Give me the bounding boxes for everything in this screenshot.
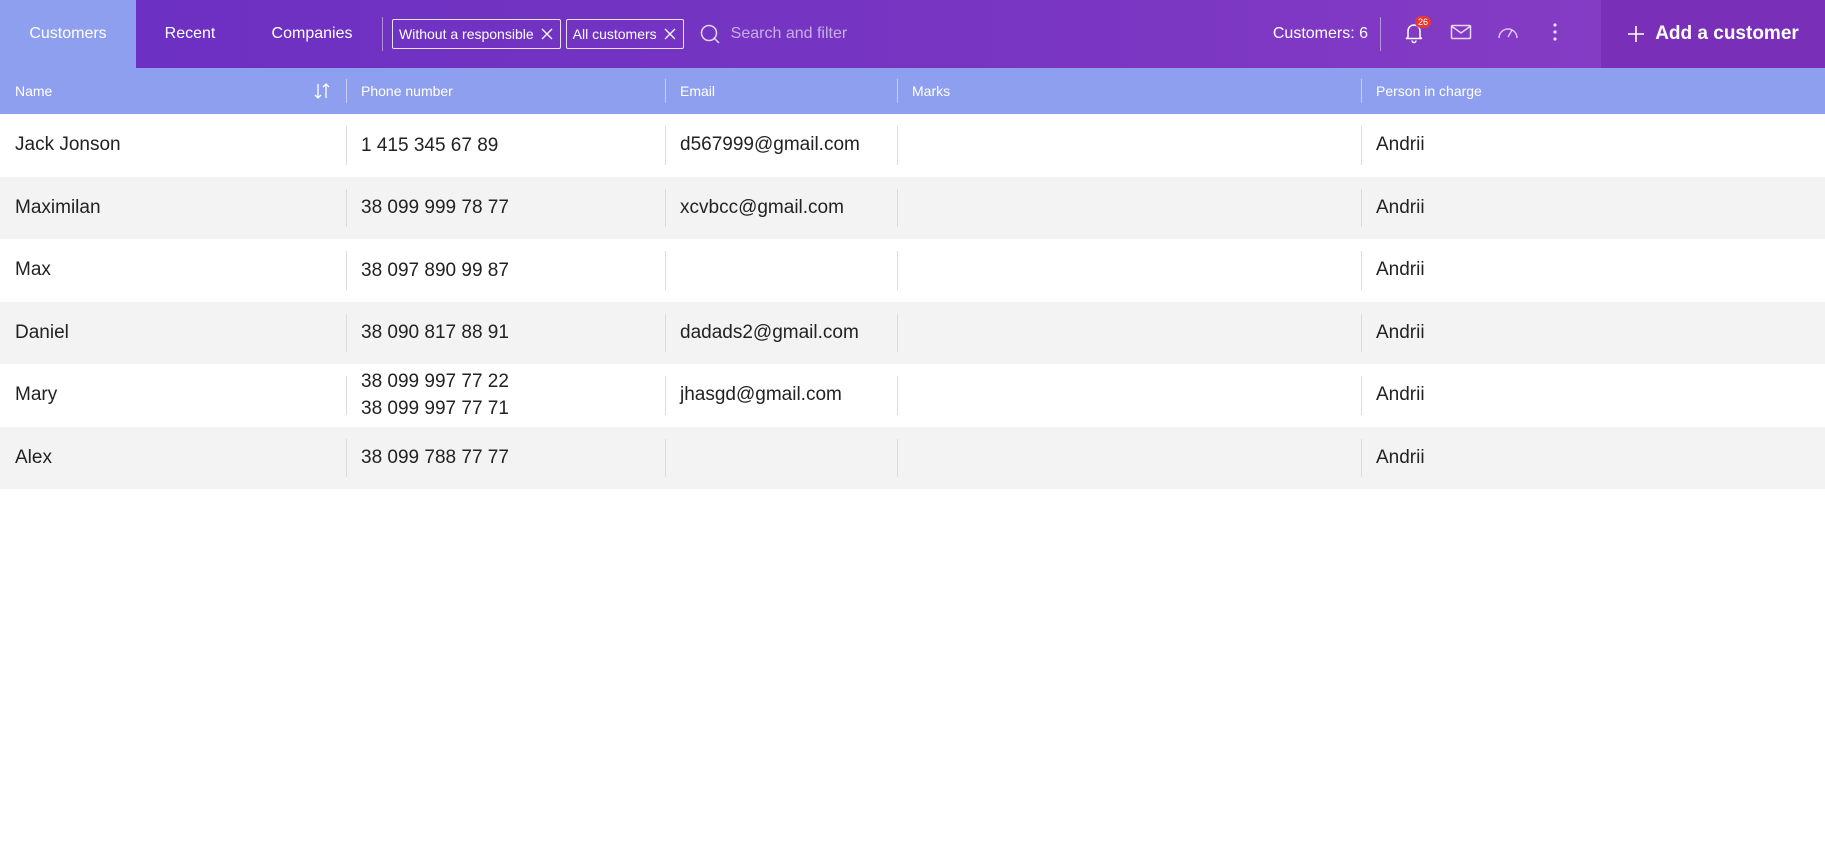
cell-phone: 38 090 817 88 91 (346, 302, 665, 365)
filter-chip-label: All customers (572, 26, 657, 42)
search-box (699, 23, 1031, 45)
column-header-label: Person in charge (1376, 83, 1482, 99)
search-input[interactable] (730, 25, 1031, 43)
cell-person-in-charge: Andrii (1361, 177, 1825, 240)
column-header-name[interactable]: Name (0, 68, 346, 114)
cell-name: Mary (15, 384, 58, 406)
cell-phone: 1 415 345 67 89 (346, 114, 665, 177)
cell-email: xcvbcc@gmail.com (665, 177, 897, 240)
cell-person-in-charge: Andrii (1361, 302, 1825, 365)
cell-email (665, 239, 897, 302)
cell-name: Daniel (15, 321, 69, 343)
table-body: Jack Jonson 1 415 345 67 89 d567999@gmai… (0, 114, 1825, 489)
cell-marks (897, 302, 1361, 365)
table-row[interactable]: Max 38 097 890 99 87 Andrii (0, 239, 1825, 302)
filter-chip-without-responsible[interactable]: Without a responsible (392, 19, 561, 49)
cell-name: Jack Jonson (15, 134, 121, 156)
phone-number: 38 099 997 77 22 (361, 371, 509, 393)
table-row[interactable]: Alex 38 099 788 77 77 Andrii (0, 426, 1825, 490)
phone-number: 38 090 817 88 91 (361, 322, 509, 344)
cell-marks (897, 177, 1361, 240)
gauge-icon (1496, 20, 1520, 49)
add-customer-label: Add a customer (1655, 23, 1799, 44)
cell-phone: 38 099 999 78 77 (346, 177, 665, 240)
more-button[interactable] (1542, 21, 1568, 47)
column-header-email[interactable]: Email (665, 68, 897, 114)
tab-customers[interactable]: Customers (0, 0, 136, 68)
notifications-button[interactable]: 26 (1401, 16, 1432, 47)
divider (382, 17, 383, 51)
table-row[interactable]: Jack Jonson 1 415 345 67 89 d567999@gmai… (0, 114, 1825, 177)
column-header-label: Name (15, 83, 53, 99)
add-customer-button[interactable]: Add a customer (1601, 0, 1825, 68)
cell-marks (897, 364, 1361, 427)
cell-person-in-charge: Andrii (1361, 114, 1825, 177)
divider (1380, 17, 1381, 51)
cell-name: Alex (15, 446, 52, 468)
filter-chip-label: Without a responsible (399, 26, 534, 42)
column-header-label: Marks (912, 83, 951, 99)
phone-number: 38 097 890 99 87 (361, 259, 509, 281)
column-header-marks[interactable]: Marks (897, 68, 1361, 114)
mail-icon (1449, 20, 1473, 49)
column-header-person-in-charge[interactable]: Person in charge (1361, 68, 1825, 114)
column-header-phone[interactable]: Phone number (346, 68, 665, 114)
phone-number: 38 099 997 77 71 (361, 398, 509, 420)
phone-number: 1 415 345 67 89 (361, 134, 499, 156)
table-row[interactable]: Daniel 38 090 817 88 91 dadads2@gmail.co… (0, 301, 1825, 365)
close-icon[interactable] (663, 27, 677, 41)
customers-count: Customers: 6 (1272, 25, 1368, 42)
plus-icon (1627, 25, 1645, 43)
search-icon[interactable] (699, 23, 721, 45)
column-header-label: Email (680, 83, 716, 99)
cell-email: dadads2@gmail.com (665, 302, 897, 365)
cell-name: Maximilan (15, 196, 101, 218)
cell-marks (897, 427, 1361, 490)
cell-email: d567999@gmail.com (665, 114, 897, 177)
tab-recent[interactable]: Recent (136, 0, 244, 68)
cell-person-in-charge: Andrii (1361, 239, 1825, 302)
table-header: Name Phone number Email Marks Person in … (0, 68, 1825, 114)
tab-companies[interactable]: Companies (244, 0, 380, 68)
cell-phone: 38 099 788 77 77 (346, 427, 665, 490)
cell-marks (897, 114, 1361, 177)
filter-chip-all-customers[interactable]: All customers (565, 19, 684, 49)
phone-number: 38 099 999 78 77 (361, 197, 509, 219)
notification-badge: 26 (1415, 16, 1432, 28)
cell-email (665, 427, 897, 490)
table-row[interactable]: Maximilan 38 099 999 78 77 xcvbcc@gmail.… (0, 176, 1825, 240)
top-bar: Customers Recent Companies Without a res… (0, 0, 1825, 68)
phone-number: 38 099 788 77 77 (361, 447, 509, 469)
mail-button[interactable] (1448, 21, 1474, 47)
cell-marks (897, 239, 1361, 302)
sort-icon[interactable] (313, 82, 331, 100)
more-vertical-icon (1543, 20, 1567, 49)
cell-person-in-charge: Andrii (1361, 364, 1825, 427)
close-icon[interactable] (540, 27, 554, 41)
table-row[interactable]: Mary 38 099 997 77 22 38 099 997 77 71 j… (0, 364, 1825, 427)
cell-phone: 38 097 890 99 87 (346, 239, 665, 302)
cell-phone: 38 099 997 77 22 38 099 997 77 71 (346, 364, 665, 427)
cell-email: jhasgd@gmail.com (665, 364, 897, 427)
cell-name: Max (15, 259, 51, 281)
column-header-label: Phone number (361, 83, 453, 99)
cell-person-in-charge: Andrii (1361, 427, 1825, 490)
dashboard-button[interactable] (1495, 21, 1521, 47)
